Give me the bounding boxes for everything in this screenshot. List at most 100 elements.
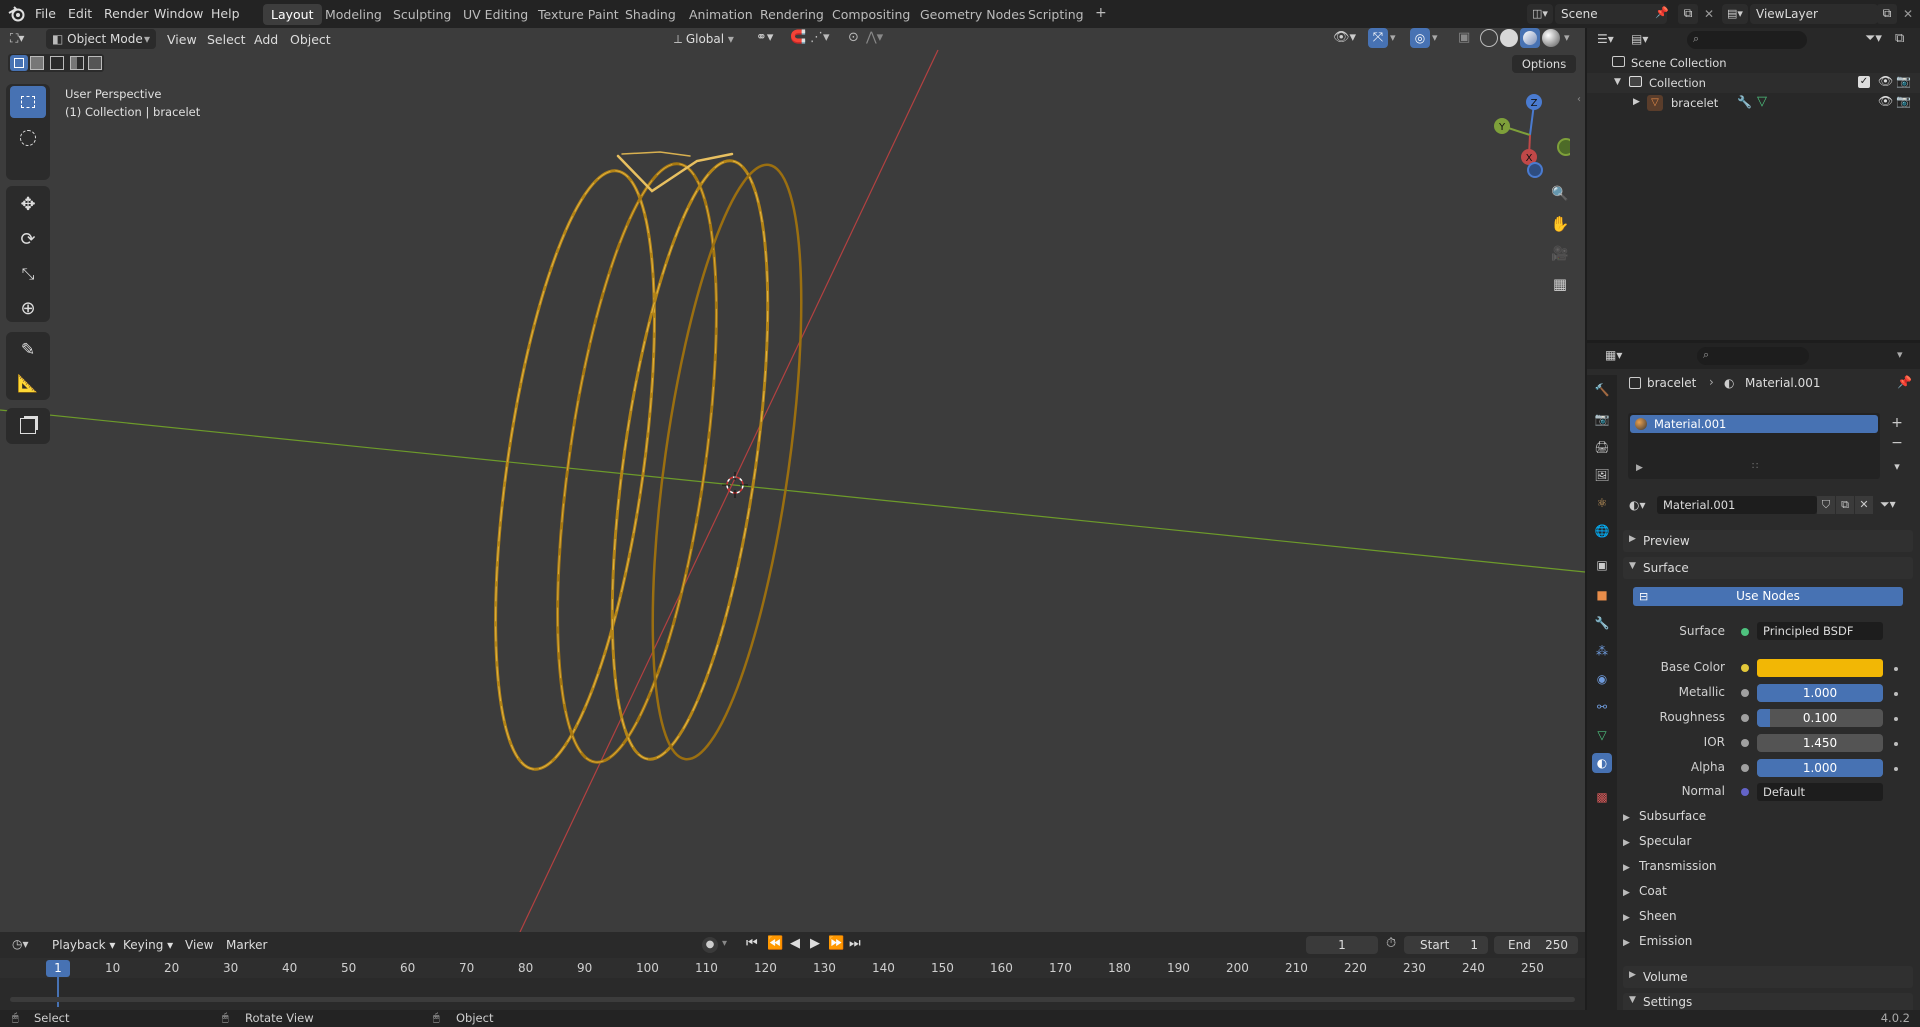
menu-help[interactable]: Help [211,6,240,21]
start-frame-field[interactable]: Start 1 [1404,936,1488,954]
tab-modeling[interactable]: Modeling [317,4,390,25]
select-intersect-icon[interactable] [88,56,102,70]
add-workspace-button[interactable]: + [1087,2,1115,23]
add-slot-icon[interactable]: + [1887,415,1907,433]
playhead-marker[interactable]: 1 [46,960,70,977]
tab-object[interactable]: ■ [1592,585,1612,605]
tool-rotate[interactable]: ⟳ [10,223,46,255]
outliner-editor-icon[interactable]: ☰▾ [1597,32,1614,46]
metallic-slider[interactable]: 1.000 [1757,684,1883,702]
volume-panel-header[interactable]: ▶ Volume [1623,966,1913,988]
camera-view-button[interactable]: 🎥 [1547,241,1573,267]
properties-search-input[interactable]: ⌕ [1697,347,1809,365]
list-resize-handle-icon[interactable]: ∷ [1752,461,1758,472]
new-scene-icon[interactable]: ⧉ [1678,4,1698,24]
tab-data[interactable]: ▽ [1592,725,1612,745]
gizmo-toggle-icon[interactable]: ⤧ [1368,28,1388,48]
keyframe-dot-icon[interactable] [1894,717,1898,721]
menu-file[interactable]: File [35,6,56,21]
tab-rendering[interactable]: Rendering [752,4,832,25]
tool-annotate[interactable]: ✎ [10,334,46,366]
outliner-row-scene-collection[interactable]: Scene Collection [1587,53,1920,73]
tab-animation[interactable]: Animation [681,4,761,25]
tab-particles[interactable]: ⁂ [1592,641,1612,661]
overlay-dropdown-icon[interactable]: ▾ [1432,31,1438,44]
menu-edit[interactable]: Edit [68,6,92,21]
tab-compositing[interactable]: Compositing [824,4,918,25]
new-viewlayer-icon[interactable]: ⧉ [1877,4,1897,24]
viewport-menu-view[interactable]: View [167,32,197,47]
tab-uv-editing[interactable]: UV Editing [455,4,536,25]
link-type-icon[interactable]: ⏷▾ [1880,497,1896,512]
scene-pin-icon[interactable]: 📌 [1655,6,1669,19]
timeline-menu-marker[interactable]: Marker [226,938,267,952]
normal-field[interactable]: Default [1757,783,1883,801]
filter-icon[interactable]: ⏷▾ [1865,31,1882,46]
tab-output[interactable]: 🖨 [1592,437,1612,457]
pin-icon[interactable]: 📌 [1897,375,1912,389]
transform-orientation-dropdown[interactable]: ⟂ Global ▾ [670,29,748,49]
subpanel-subsurface[interactable]: ▶ Subsurface [1623,809,1706,823]
slot-specials-icon[interactable]: ▾ [1887,460,1907,478]
tool-move[interactable]: ✥ [10,188,46,220]
timeline-scrollbar[interactable] [10,997,1575,1002]
menu-window[interactable]: Window [154,6,203,21]
blender-logo-icon[interactable] [8,5,26,23]
roughness-slider[interactable]: 0.100 [1757,709,1883,727]
surface-panel-header[interactable]: ▼ Surface [1623,557,1913,579]
select-invert-icon[interactable] [70,56,84,70]
subpanel-specular[interactable]: ▶ Specular [1623,834,1691,848]
select-extend-icon[interactable] [30,56,44,70]
tab-shading[interactable]: Shading [617,4,684,25]
tab-world[interactable]: 🌐 [1592,521,1612,541]
outliner-search-input[interactable]: ⌕ [1687,31,1807,49]
material-slot-row[interactable]: Material.001 [1630,415,1878,433]
display-mode-icon[interactable]: ▤▾ [1631,32,1648,46]
3d-viewport[interactable]: ⛶▾ ◧ Object Mode ▾ View Select Add Object… [0,28,1585,932]
object-mode-dropdown[interactable]: ◧ Object Mode ▾ [46,29,156,49]
jump-end-icon[interactable]: ⏭ [849,936,861,951]
remove-slot-icon[interactable]: − [1887,435,1907,453]
material-name-field[interactable]: Material.001 [1657,496,1817,514]
tab-tool[interactable]: 🔨 [1592,380,1612,400]
subpanel-emission[interactable]: ▶ Emission [1623,934,1692,948]
tool-cursor[interactable] [10,122,46,154]
keyframe-dot-icon[interactable] [1894,742,1898,746]
mesh-data-icon[interactable]: ▽ [1757,94,1767,109]
new-collection-icon[interactable]: ⧉ [1895,31,1904,46]
visibility-icon[interactable]: 👁▾ [1333,30,1356,45]
snap-target-icon[interactable]: ⋰▾ [810,30,830,45]
menu-render[interactable]: Render [104,6,149,21]
duplicate-material-icon[interactable]: ⧉ [1836,496,1854,514]
tab-view-layer[interactable]: 🖼 [1592,465,1612,485]
tool-measure[interactable]: 📐 [10,368,46,400]
play-reverse-icon[interactable]: ◀ [790,936,800,951]
scene-selector-icon[interactable]: ◫▾ [1527,4,1553,24]
sidebar-toggle-icon[interactable]: ‹ [1577,94,1581,105]
tab-collection[interactable]: ▣ [1592,555,1612,575]
pivot-point-icon[interactable]: ⚭▾ [756,30,773,45]
properties-editor-icon[interactable]: ▦▾ [1605,348,1622,362]
xray-icon[interactable]: ▣ [1458,30,1470,45]
tool-transform[interactable]: ⊕ [10,292,46,324]
ior-field[interactable]: 1.450 [1757,734,1883,752]
perspective-toggle-button[interactable]: ▦ [1547,271,1573,297]
expand-arrow-icon[interactable]: ▼ [1614,77,1621,87]
overlay-toggle-icon[interactable]: ◎ [1410,28,1430,48]
play-icon[interactable]: ▶ [810,936,820,951]
browse-material-icon[interactable]: ◐▾ [1629,498,1646,512]
gizmo-dropdown-icon[interactable]: ▾ [1390,31,1396,44]
falloff-icon[interactable]: ⋀▾ [866,30,883,45]
tab-scene[interactable]: ⚛ [1592,493,1612,513]
scene-name-field[interactable]: Scene [1555,4,1667,24]
preview-panel-header[interactable]: ▶ Preview [1623,530,1913,552]
tab-layout[interactable]: Layout [263,4,322,25]
settings-panel-header[interactable]: ▼ Settings [1623,993,1913,1010]
select-subtract-icon[interactable] [50,56,64,70]
current-frame-field[interactable]: 1 [1306,936,1378,954]
subpanel-coat[interactable]: ▶ Coat [1623,884,1667,898]
keying-options-icon[interactable]: ▾ [722,938,727,949]
shading-dropdown-icon[interactable]: ▾ [1564,31,1570,44]
viewport-menu-object[interactable]: Object [290,32,331,47]
camera-render-icon[interactable]: 📷 [1896,74,1911,88]
